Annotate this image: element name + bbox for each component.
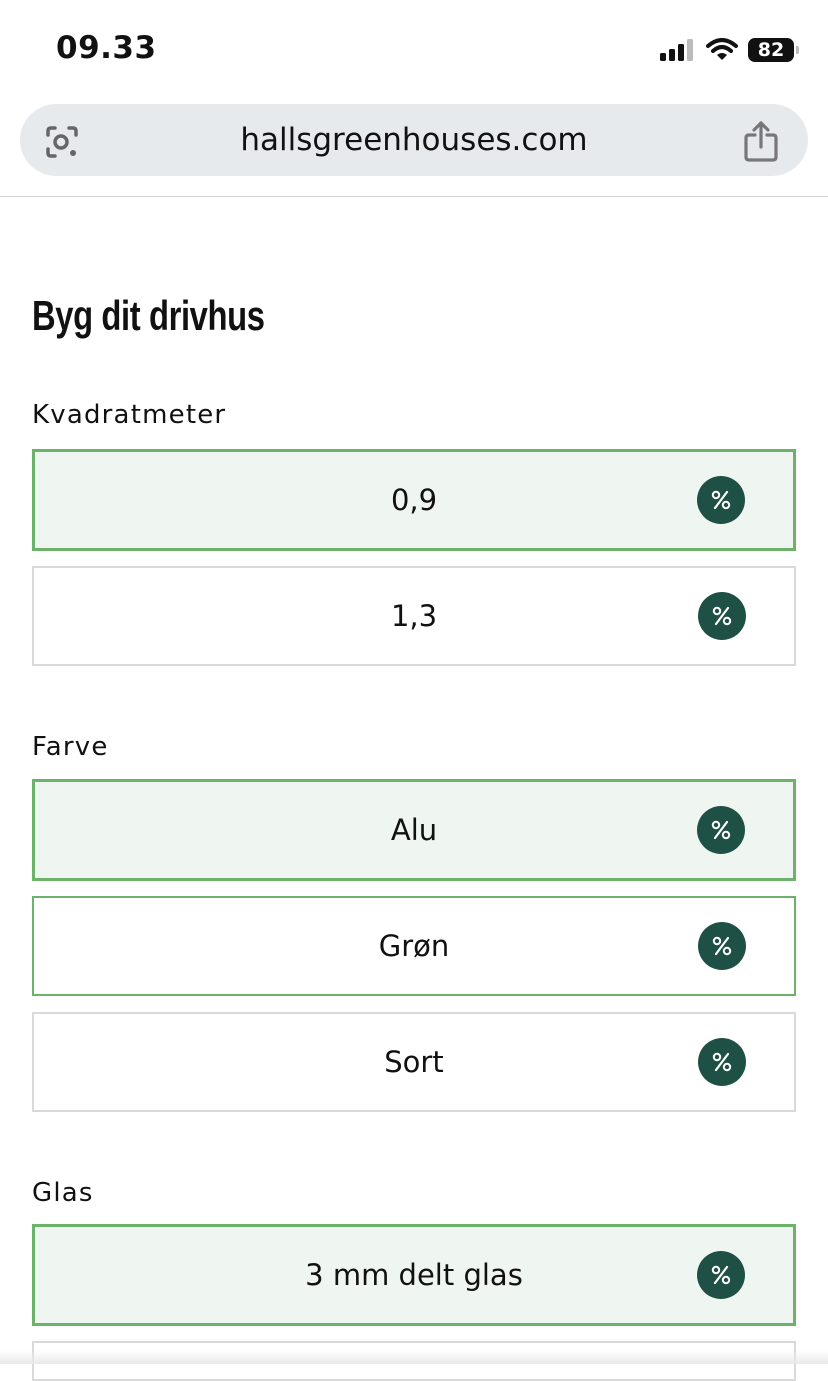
option-color-sort[interactable]: Sort — [32, 1012, 796, 1112]
cellular-signal-icon — [660, 39, 693, 61]
option-size-0-9[interactable]: 0,9 — [32, 449, 796, 551]
option-size-1-3[interactable]: 1,3 — [32, 566, 796, 666]
bottom-fade — [0, 1350, 828, 1364]
option-glass-3mm[interactable]: 3 mm delt glas — [32, 1224, 796, 1326]
option-label: Grøn — [378, 929, 450, 963]
percent-icon — [697, 806, 745, 854]
share-icon[interactable] — [742, 120, 780, 162]
percent-icon — [697, 476, 745, 524]
percent-icon — [698, 922, 746, 970]
option-label: 0,9 — [390, 483, 438, 517]
wifi-icon — [706, 38, 738, 60]
page-title: Byg dit drivhus — [32, 292, 265, 339]
header-divider — [0, 196, 828, 197]
option-label: Alu — [390, 813, 438, 847]
group-label-kvadratmeter: Kvadratmeter — [32, 400, 227, 430]
percent-icon — [698, 1038, 746, 1086]
option-color-alu[interactable]: Alu — [32, 779, 796, 881]
percent-icon — [697, 1251, 745, 1299]
percent-icon — [698, 592, 746, 640]
status-bar: 09.33 82 — [0, 0, 828, 100]
option-label: Sort — [384, 1045, 444, 1079]
group-label-glas: Glas — [32, 1178, 94, 1208]
group-label-farve: Farve — [32, 732, 109, 762]
option-label: 3 mm delt glas — [305, 1258, 523, 1292]
status-icons: 82 — [660, 34, 799, 66]
status-time: 09.33 — [56, 30, 157, 66]
url-text[interactable]: hallsgreenhouses.com — [20, 104, 808, 176]
option-label: 1,3 — [390, 599, 438, 633]
option-color-gron[interactable]: Grøn — [32, 896, 796, 996]
address-bar[interactable]: hallsgreenhouses.com — [20, 104, 808, 176]
battery-indicator: 82 — [748, 38, 799, 62]
